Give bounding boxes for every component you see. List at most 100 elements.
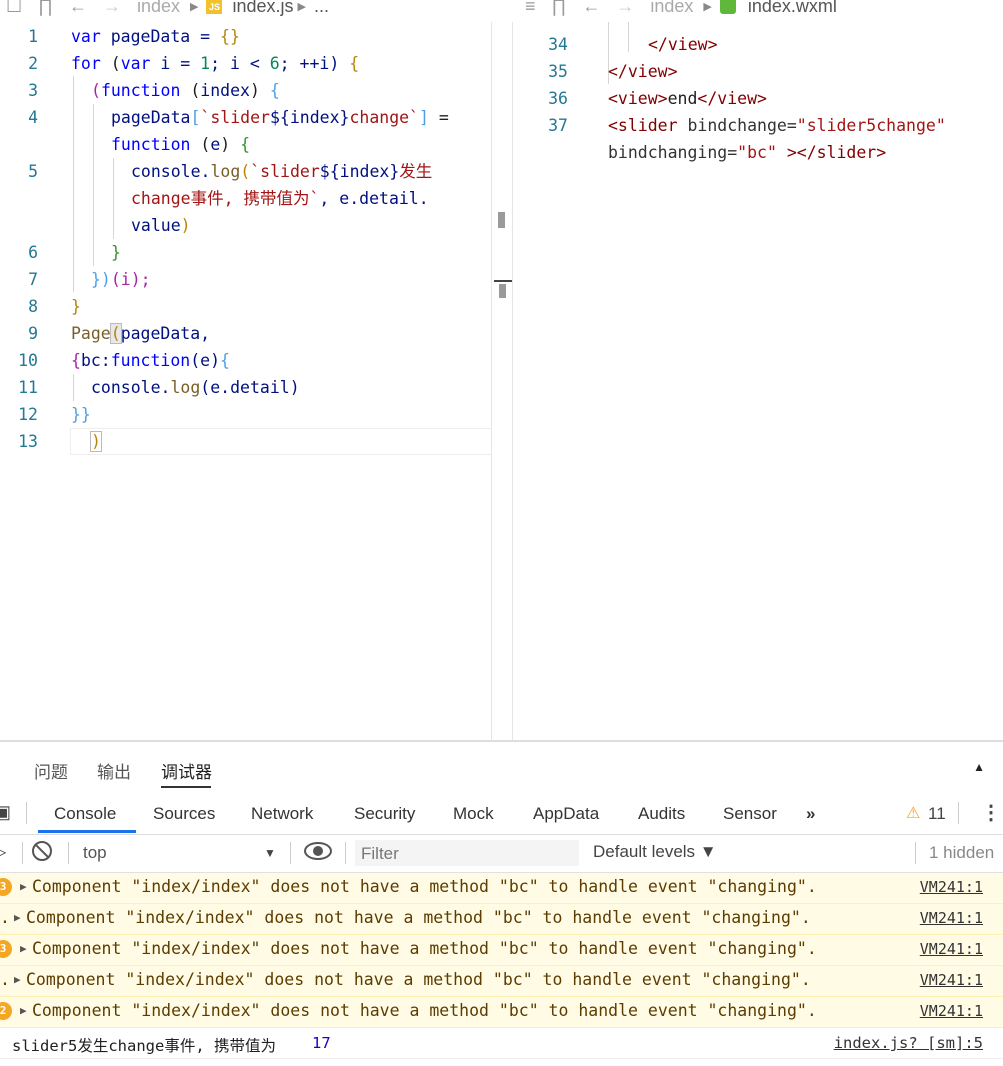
breadcrumb-file[interactable]: index.wxml xyxy=(748,0,837,17)
code-line-3[interactable]: 3 (function (index) { xyxy=(0,77,491,104)
repeat-count-badge: 3 xyxy=(0,940,12,958)
right-editor[interactable]: ≡ ∏ ← → index ▶ index.wxml 34 </view> 35… xyxy=(513,0,1003,740)
console-warning-row[interactable]: 2 ▶ Component "index/index" does not hav… xyxy=(0,997,1003,1028)
code-token: `slider xyxy=(200,108,270,127)
breadcrumb-more[interactable]: ... xyxy=(314,0,329,17)
line-number: 10 xyxy=(18,351,38,370)
context-select[interactable]: top xyxy=(83,843,107,863)
breadcrumb-folder[interactable]: index xyxy=(137,0,180,17)
active-tab-indicator xyxy=(161,786,211,788)
tab-output[interactable]: 输出 xyxy=(97,758,131,783)
tab-console[interactable]: Console xyxy=(54,804,116,824)
scrollbar-thumb[interactable] xyxy=(499,284,506,298)
code-line-4-wrap[interactable]: function (e) { xyxy=(0,131,491,158)
wxml-line-35[interactable]: 35 </view> xyxy=(513,58,1003,85)
tab-sources[interactable]: Sources xyxy=(153,804,215,824)
code-line-2[interactable]: 2 for (var i = 1; i < 6; ++i) { xyxy=(0,50,491,77)
breadcrumb-file[interactable]: index.js xyxy=(232,0,293,17)
eye-icon[interactable] xyxy=(304,842,332,860)
tab-debugger[interactable]: 调试器 xyxy=(161,758,212,783)
source-link[interactable]: index.js? [sm]:5 xyxy=(834,1034,983,1052)
code-line-9[interactable]: 9 Page(pageData, xyxy=(0,320,491,347)
wxml-line-37[interactable]: 37 <slider bindchange="slider5change" xyxy=(513,112,1003,139)
tab-security[interactable]: Security xyxy=(354,804,415,824)
wxml-line-37-wrap[interactable]: bindchanging="bc" ></slider> xyxy=(513,139,1003,166)
editor-split-gutter[interactable] xyxy=(491,22,514,740)
console-warning-row[interactable]: . ▶ Component "index/index" does not hav… xyxy=(0,966,1003,997)
code-line-11[interactable]: 11 console.log(e.detail) xyxy=(0,374,491,401)
bookmark-icon[interactable]: ∏ xyxy=(552,0,567,17)
expand-arrow-icon[interactable]: ▶ xyxy=(14,911,21,924)
split-editor-icon[interactable]: ☐ xyxy=(6,0,22,17)
tab-audits[interactable]: Audits xyxy=(638,804,685,824)
code-token: value xyxy=(131,216,181,235)
scrollbar-thumb[interactable] xyxy=(498,212,505,228)
tab-appdata[interactable]: AppData xyxy=(533,804,599,824)
tab-problems[interactable]: 问题 xyxy=(34,758,68,783)
back-arrow-icon[interactable]: ← xyxy=(69,0,87,17)
code-line-8[interactable]: 8 } xyxy=(0,293,491,320)
back-arrow-icon[interactable]: ← xyxy=(582,0,600,17)
code-token: ) xyxy=(90,431,102,452)
kebab-menu-icon[interactable]: ⋮ xyxy=(981,800,1001,825)
tab-mock[interactable]: Mock xyxy=(453,804,494,824)
devtools-tab-bar: ▣ Console Sources Network Security Mock … xyxy=(0,792,1003,835)
source-link[interactable]: VM241:1 xyxy=(920,971,983,989)
more-tabs-icon[interactable]: » xyxy=(806,804,815,824)
dropdown-arrow-icon[interactable]: ▼ xyxy=(264,846,276,860)
console-warning-row[interactable]: 3 ▶ Component "index/index" does not hav… xyxy=(0,873,1003,904)
console-message: Component "index/index" does not have a … xyxy=(26,970,811,989)
warning-icon: ⚠ xyxy=(906,805,921,822)
sidebar-toggle-icon[interactable]: ▷ xyxy=(0,842,6,862)
console-log-row[interactable]: slider5发生change事件, 携带值为 17 index.js? [sm… xyxy=(0,1028,1003,1059)
code-token: {} xyxy=(220,27,240,46)
left-editor[interactable]: ☐ ∏ ← → index ▶ JS index.js ▶ ... 1 var … xyxy=(0,0,491,740)
code-line-5[interactable]: 5 console.log(`slider${index}发生 xyxy=(0,158,491,185)
grouped-indicator: . xyxy=(0,908,10,927)
line-number: 8 xyxy=(28,297,38,316)
forward-arrow-icon[interactable]: → xyxy=(103,0,121,17)
divider xyxy=(26,802,27,824)
wxml-line-34[interactable]: 34 </view> xyxy=(513,31,1003,58)
bookmark-icon[interactable]: ∏ xyxy=(38,0,53,17)
inspect-element-icon[interactable]: ▣ xyxy=(0,802,11,823)
source-link[interactable]: VM241:1 xyxy=(920,878,983,896)
warning-count[interactable]: 11 xyxy=(928,804,946,824)
console-warning-row[interactable]: . ▶ Component "index/index" does not hav… xyxy=(0,904,1003,935)
default-levels-select[interactable]: Default levels ▼ xyxy=(593,842,717,862)
outline-list-icon[interactable]: ≡ xyxy=(525,0,536,17)
forward-arrow-icon[interactable]: → xyxy=(616,0,634,17)
filter-input[interactable]: Filter xyxy=(361,844,399,864)
filter-input-box[interactable]: Filter xyxy=(355,840,579,866)
code-line-12[interactable]: 12 }} xyxy=(0,401,491,428)
code-line-1[interactable]: 1 var pageData = {} xyxy=(0,23,491,50)
code-token: ( xyxy=(190,135,211,154)
expand-arrow-icon[interactable]: ▶ xyxy=(20,880,27,893)
expand-arrow-icon[interactable]: ▶ xyxy=(20,1004,27,1017)
expand-arrow-icon[interactable]: ▶ xyxy=(20,942,27,955)
source-link[interactable]: VM241:1 xyxy=(920,1002,983,1020)
tab-sensor[interactable]: Sensor xyxy=(723,804,777,824)
code-line-5-wrap-b[interactable]: value) xyxy=(0,212,491,239)
console-log-text: slider5发生change事件, 携带值为 xyxy=(12,1037,276,1055)
collapse-panel-icon[interactable]: ▲ xyxy=(973,760,985,774)
code-line-7[interactable]: 7 })(i); xyxy=(0,266,491,293)
source-link[interactable]: VM241:1 xyxy=(920,940,983,958)
code-line-6[interactable]: 6 } xyxy=(0,239,491,266)
code-token: Page xyxy=(71,324,111,343)
code-line-10[interactable]: 10 {bc:function(e){ xyxy=(0,347,491,374)
clear-console-icon[interactable] xyxy=(32,841,52,861)
console-warning-row[interactable]: 3 ▶ Component "index/index" does not hav… xyxy=(0,935,1003,966)
repeat-count-badge: 3 xyxy=(0,878,12,896)
console-toolbar: ▷ top ▼ Filter Default levels ▼ 1 hidden xyxy=(0,834,1003,873)
code-token: } xyxy=(111,243,121,262)
expand-arrow-icon[interactable]: ▶ xyxy=(14,973,21,986)
tab-network[interactable]: Network xyxy=(251,804,313,824)
wxml-line-36[interactable]: 36 <view>end</view> xyxy=(513,85,1003,112)
code-token: pageData xyxy=(111,108,191,127)
code-line-4[interactable]: 4 pageData[`slider${index}change`] = xyxy=(0,104,491,131)
code-line-5-wrap-a[interactable]: change事件, 携带值为`, e.detail. xyxy=(0,185,491,212)
code-line-13[interactable]: 13 ) xyxy=(0,428,491,455)
breadcrumb-folder[interactable]: index xyxy=(650,0,693,17)
source-link[interactable]: VM241:1 xyxy=(920,909,983,927)
